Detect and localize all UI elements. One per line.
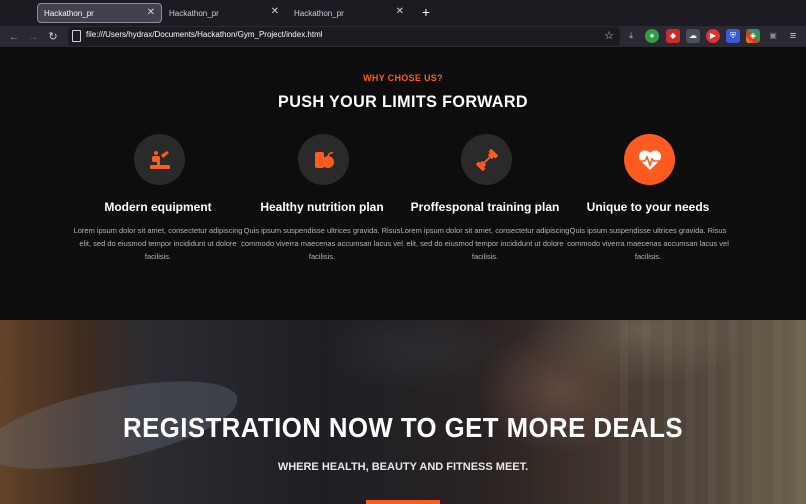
- navigation-bar: ← → ↻ file:///Users/hydrax/Documents/Hac…: [0, 26, 806, 48]
- extension-ublock-icon[interactable]: ◆: [666, 29, 680, 43]
- extension-green-icon[interactable]: ●: [645, 29, 659, 43]
- url-text[interactable]: file:///Users/hydrax/Documents/Hackathon…: [86, 30, 323, 39]
- registration-banner: REGISTRATION NOW TO GET MORE DEALS WHERE…: [0, 320, 806, 504]
- register-button[interactable]: [366, 500, 440, 504]
- back-icon[interactable]: ←: [6, 29, 22, 45]
- extension-shield-icon[interactable]: ⛨: [726, 29, 740, 43]
- section-title: PUSH YOUR LIMITS FORWARD: [278, 92, 528, 111]
- tab-title: Hackathon_pr: [44, 8, 94, 18]
- browser-tab-3[interactable]: Hackathon_pr ✕: [288, 3, 410, 23]
- nutrition-icon: [298, 134, 349, 185]
- treadmill-icon: [134, 134, 185, 185]
- download-icon[interactable]: ⤓: [624, 29, 638, 43]
- heart-pulse-icon: [624, 134, 675, 185]
- close-icon[interactable]: ✕: [396, 6, 404, 17]
- tab-title: Hackathon_pr: [294, 8, 344, 18]
- banner-title: REGISTRATION NOW TO GET MORE DEALS: [123, 412, 683, 443]
- extension-color-icon[interactable]: ◈: [746, 29, 760, 43]
- extension-gray-icon[interactable]: ▣: [766, 29, 780, 43]
- menu-icon[interactable]: ≡: [786, 29, 800, 43]
- forward-icon[interactable]: →: [25, 29, 41, 45]
- page-content: WHY CHOSE US? PUSH YOUR LIMITS FORWARD M…: [0, 48, 806, 504]
- browser-tab-1[interactable]: Hackathon_pr ✕: [37, 3, 162, 23]
- dumbbell-icon: [461, 134, 512, 185]
- address-bar[interactable]: file:///Users/hydrax/Documents/Hackathon…: [68, 27, 620, 46]
- section-eyebrow: WHY CHOSE US?: [363, 73, 443, 83]
- close-icon[interactable]: ✕: [271, 6, 279, 17]
- close-icon[interactable]: ✕: [147, 7, 155, 18]
- feature-text: Lorem ipsum dolor sit amet, consectetur …: [400, 226, 570, 261]
- extension-youtube-icon[interactable]: ▶: [706, 29, 720, 43]
- extension-cloud-icon[interactable]: ☁: [686, 29, 700, 43]
- feature-text: Quis ipsum suspendisse ultrices gravida.…: [567, 226, 729, 261]
- tab-bar: Hackathon_pr ✕ Hackathon_pr ✕ Hackathon_…: [0, 0, 806, 26]
- feature-title: Unique to your needs: [586, 200, 710, 214]
- banner-subtitle: WHERE HEALTH, BEAUTY AND FITNESS MEET.: [277, 461, 529, 473]
- bookmark-star-icon[interactable]: ☆: [604, 29, 614, 42]
- feature-text: Lorem ipsum dolor sit amet, consectetur …: [73, 226, 243, 261]
- feature-text: Quis ipsum suspendisse ultrices gravida.…: [241, 226, 403, 261]
- new-tab-button[interactable]: +: [420, 4, 432, 20]
- page-document-icon: [72, 30, 81, 42]
- browser-tab-2[interactable]: Hackathon_pr ✕: [163, 3, 285, 23]
- reload-icon[interactable]: ↻: [45, 29, 61, 45]
- tab-title: Hackathon_pr: [169, 8, 219, 18]
